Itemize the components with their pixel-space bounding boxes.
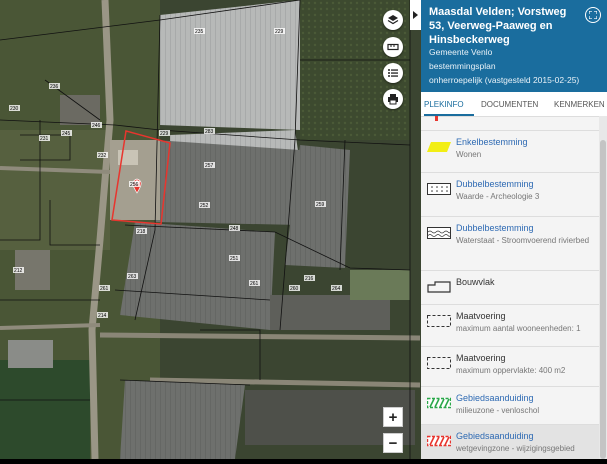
plan-status: onherroepelijk (vastgesteld 2015-02-25) <box>429 75 580 85</box>
greenhouse-area <box>160 0 300 130</box>
list-item[interactable]: Dubbelbestemming Waterstaat - Stroomvoer… <box>421 217 599 271</box>
building-outline-icon <box>427 281 451 293</box>
parcel-number-label: 216 <box>305 276 314 282</box>
fullscreen-button[interactable] <box>585 7 601 23</box>
panel-header: Maasdal Velden; Vorstweg 53, Veerweg-Paa… <box>421 0 607 92</box>
legend-subtitle: Waterstaat - Stroomvoerend rivierbed <box>456 236 590 245</box>
parcel-number-label: 263 <box>128 274 137 280</box>
dotted-box-icon <box>427 183 451 195</box>
parcel-number-label: 212 <box>14 268 23 274</box>
fullscreen-icon <box>589 11 597 19</box>
parcel-number-label: 259 <box>316 202 325 208</box>
parcel-number-label: 229 <box>275 29 284 35</box>
plan-title: Maasdal Velden; Vorstweg 53, Veerweg-Paa… <box>429 6 567 46</box>
legend-subtitle: milieuzone - venloschol <box>456 406 540 415</box>
list-item[interactable]: Enkelbestemming Wonen <box>421 131 599 173</box>
scrollbar-thumb[interactable] <box>600 140 606 459</box>
greenhouse-area <box>120 380 245 459</box>
parcel-number-label: 245 <box>62 131 71 137</box>
parcel-number-label: 235 <box>195 29 204 35</box>
panel-tabs: PLEKINFO DOCUMENTEN KENMERKEN <box>421 92 607 117</box>
list-item[interactable]: Dubbelbestemming Waarde - Archeologie 3 <box>421 173 599 217</box>
tab-documenten[interactable]: DOCUMENTEN <box>481 100 538 109</box>
legend-title[interactable]: Dubbelbestemming <box>456 223 534 233</box>
measure-button[interactable] <box>383 37 403 57</box>
parcel-number-label: 252 <box>200 203 209 209</box>
legend-subtitle: Wonen <box>456 150 482 159</box>
layers-icon <box>387 15 399 25</box>
legend-title[interactable]: Gebiedsaanduiding <box>456 393 534 403</box>
red-hatch-icon <box>427 435 451 447</box>
wave-box-icon <box>427 227 451 239</box>
list-icon <box>388 69 398 77</box>
legend-title: Bouwvlak <box>456 277 495 287</box>
legend-title[interactable]: Dubbelbestemming <box>456 179 534 189</box>
parcel-number-label: 246 <box>92 123 101 129</box>
list-item[interactable]: Bouwvlak <box>421 271 599 305</box>
building <box>8 340 53 368</box>
list-item-selected[interactable]: Gebiedsaanduiding wetgevingzone - wijzig… <box>421 425 599 459</box>
print-icon <box>388 94 398 105</box>
parcel-number-label: 218 <box>137 229 146 235</box>
legend-subtitle: Waarde - Archeologie 3 <box>456 192 540 201</box>
legend-subtitle: maximum oppervlakte: 400 m2 <box>456 366 566 375</box>
parcel-number-label: 264 <box>332 286 341 292</box>
info-panel: Maasdal Velden; Vorstweg 53, Veerweg-Paa… <box>421 0 607 459</box>
legend-title: Maatvoering <box>456 311 506 321</box>
legend-list[interactable]: Enkelbestemming Wonen Dubbelbestemming W… <box>421 116 607 459</box>
tab-kenmerken[interactable]: KENMERKEN <box>554 100 605 109</box>
yellow-parallelogram-icon <box>427 142 451 152</box>
parcel-number-label: 231 <box>40 136 49 142</box>
legend-button[interactable] <box>383 63 403 83</box>
tab-plekinfo[interactable]: PLEKINFO <box>424 100 464 109</box>
parcel-number-label: 260 <box>290 286 299 292</box>
list-item[interactable] <box>421 116 599 131</box>
zoom-in-button[interactable]: + <box>383 407 403 427</box>
parcel-number-label: 230 <box>10 106 19 112</box>
greenhouse-area <box>120 222 275 330</box>
print-button[interactable] <box>383 89 403 109</box>
legend-subtitle: wetgevingzone - wijzigingsgebied <box>456 444 575 453</box>
green-hatch-icon <box>427 397 451 409</box>
parcel-number-label: 248 <box>230 226 239 232</box>
layers-button[interactable] <box>383 10 403 30</box>
parcel-number-label: 261 <box>250 281 259 287</box>
legend-title: Maatvoering <box>456 353 506 363</box>
chevron-right-icon <box>413 11 418 19</box>
dashed-box-icon <box>427 357 451 369</box>
list-item[interactable]: Gebiedsaanduiding milieuzone - venloscho… <box>421 387 599 425</box>
list-item[interactable]: Maatvoering maximum oppervlakte: 400 m2 <box>421 347 599 387</box>
legend-title[interactable]: Gebiedsaanduiding <box>456 431 534 441</box>
greenhouse-area <box>155 140 300 225</box>
list-item[interactable]: Maatvoering maximum aantal wooneenheden:… <box>421 305 599 347</box>
parcel-number-label: 283 <box>205 129 214 135</box>
panel-collapse-button[interactable] <box>410 0 421 30</box>
parcel-number-label: 229 <box>160 131 169 137</box>
parcel-number-label: 236 <box>50 84 59 90</box>
dashed-box-icon <box>427 315 451 327</box>
parcel-number-label: 257 <box>205 163 214 169</box>
scrollbar[interactable] <box>599 116 607 459</box>
legend-subtitle: maximum aantal wooneenheden: 1 <box>456 324 581 333</box>
parcel-number-label: 256 <box>130 182 139 188</box>
ruler-icon <box>387 43 399 51</box>
parcel-number-label: 214 <box>98 313 107 319</box>
parcel-number-label: 251 <box>230 256 239 262</box>
plan-type: bestemmingsplan <box>429 61 496 71</box>
municipality: Gemeente Venlo <box>429 47 493 57</box>
zoom-out-button[interactable]: − <box>383 433 403 453</box>
parcel-number-label: 261 <box>100 286 109 292</box>
building <box>270 295 390 330</box>
legend-title[interactable]: Enkelbestemming <box>456 137 528 147</box>
parcel-number-label: 232 <box>98 153 107 159</box>
